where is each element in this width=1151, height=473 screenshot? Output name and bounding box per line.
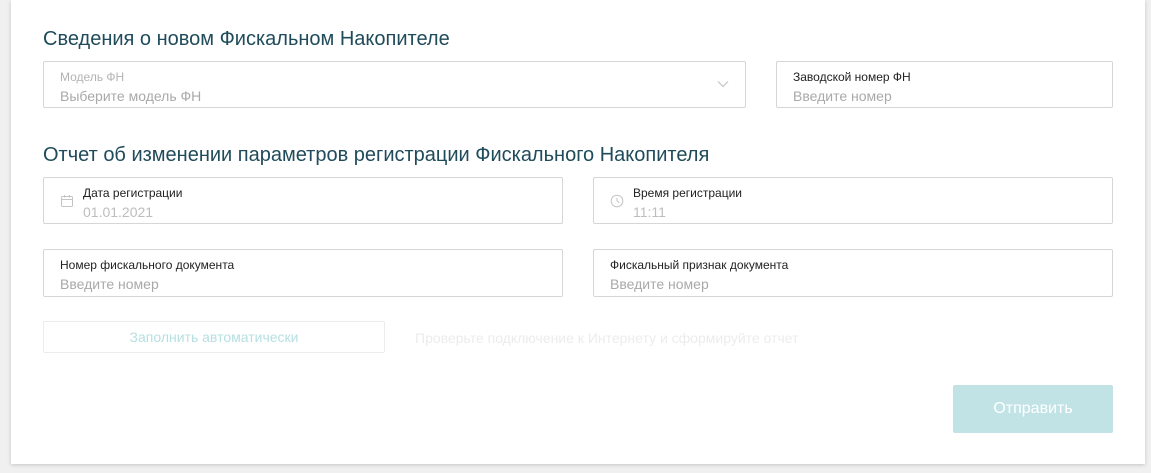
clock-icon [610,194,624,208]
registration-time-label: Время регистрации [633,186,742,200]
form-card: Сведения о новом Фискальном Накопителе М… [11,0,1145,464]
registration-date-label: Дата регистрации [83,186,183,200]
fiscal-doc-sign-field[interactable]: Фискальный признак документа Введите ном… [593,249,1113,297]
registration-time-value: 11:11 [633,204,666,220]
fn-model-label: Модель ФН [60,70,125,84]
connection-hint: Проверьте подключение к Интернету и сфор… [415,330,799,346]
fn-model-select[interactable]: Модель ФН Выберите модель ФН [43,61,746,108]
fn-serial-placeholder: Введите номер [793,88,892,104]
registration-time-field[interactable]: Время регистрации 11:11 [593,177,1113,224]
fn-model-placeholder: Выберите модель ФН [60,88,202,104]
section-title-new-fn: Сведения о новом Фискальном Накопителе [43,28,450,50]
registration-date-field[interactable]: Дата регистрации 01.01.2021 [43,177,563,224]
section-title-report: Отчет об изменении параметров регистраци… [43,144,710,166]
fn-serial-label: Заводской номер ФН [793,70,911,84]
fiscal-doc-number-label: Номер фискального документа [60,258,235,272]
submit-button[interactable]: Отправить [953,385,1113,433]
calendar-icon [61,195,73,207]
fiscal-doc-number-field[interactable]: Номер фискального документа Введите номе… [43,249,563,297]
fiscal-doc-number-placeholder: Введите номер [60,276,159,292]
fiscal-doc-sign-label: Фискальный признак документа [610,258,789,272]
registration-date-value: 01.01.2021 [83,204,154,220]
fn-serial-field[interactable]: Заводской номер ФН Введите номер [776,61,1113,108]
fiscal-doc-sign-placeholder: Введите номер [610,276,709,292]
autofill-button[interactable]: Заполнить автоматически [43,321,385,353]
chevron-down-icon [717,81,729,88]
